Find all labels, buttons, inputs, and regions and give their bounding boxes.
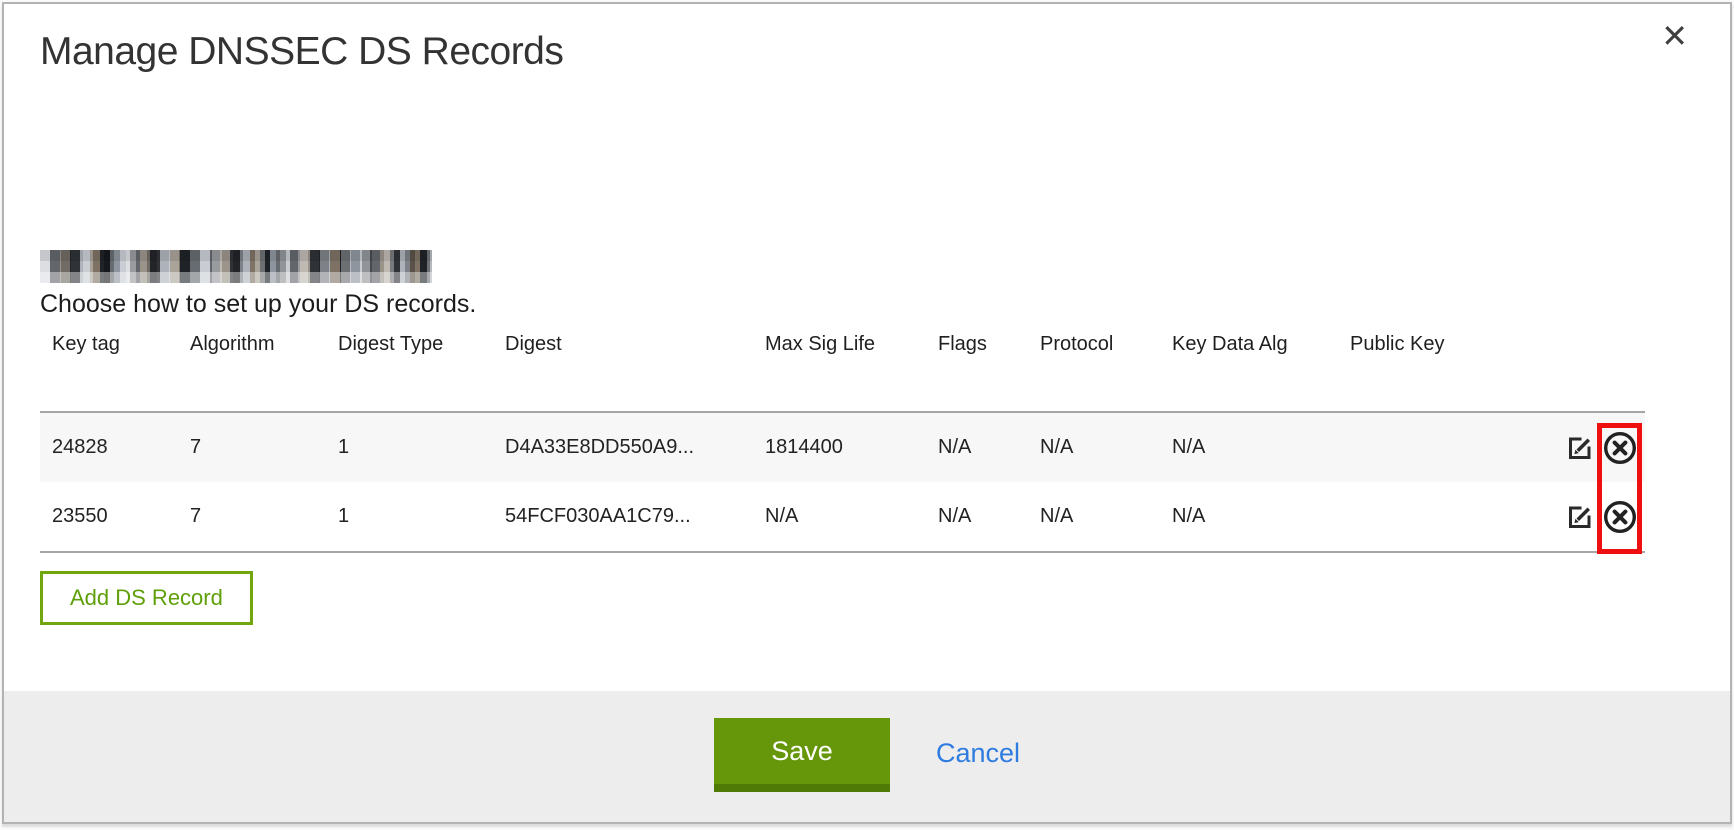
cell-key-tag: 24828 (40, 412, 178, 482)
cell-public-key (1338, 482, 1490, 552)
cancel-link[interactable]: Cancel (936, 738, 1020, 769)
column-header-algorithm: Algorithm (178, 333, 326, 412)
cell-actions (1490, 482, 1645, 552)
cell-public-key (1338, 412, 1490, 482)
cell-max-sig-life: 1814400 (753, 412, 926, 482)
column-header-key-tag: Key tag (40, 333, 178, 412)
column-header-max-sig-life: Max Sig Life (753, 333, 926, 412)
cell-key-tag: 23550 (40, 482, 178, 552)
cell-digest: 54FCF030AA1C79... (493, 482, 753, 552)
cell-digest: D4A33E8DD550A9... (493, 412, 753, 482)
ds-record-row: 24828 7 1 D4A33E8DD550A9... 1814400 N/A … (40, 412, 1645, 482)
ds-records-table: Key tag Algorithm Digest Type Digest Max… (40, 333, 1645, 553)
column-header-flags: Flags (926, 333, 1028, 412)
table-header-row: Key tag Algorithm Digest Type Digest Max… (40, 333, 1645, 412)
edit-record-icon[interactable] (1566, 434, 1594, 462)
close-icon[interactable]: ✕ (1661, 20, 1688, 52)
instruction-text: Choose how to set up your DS records. (40, 290, 476, 319)
column-header-public-key: Public Key (1338, 333, 1490, 412)
cell-max-sig-life: N/A (753, 482, 926, 552)
ds-record-row: 23550 7 1 54FCF030AA1C79... N/A N/A N/A … (40, 482, 1645, 552)
add-ds-record-button[interactable]: Add DS Record (40, 571, 253, 625)
cell-flags: N/A (926, 482, 1028, 552)
dialog-footer: Save Cancel (4, 691, 1730, 822)
column-header-digest: Digest (493, 333, 753, 412)
cell-protocol: N/A (1028, 482, 1160, 552)
column-header-protocol: Protocol (1028, 333, 1160, 412)
page-title: Manage DNSSEC DS Records (40, 30, 563, 74)
cell-protocol: N/A (1028, 412, 1160, 482)
manage-dnssec-dialog: Manage DNSSEC DS Records ✕ Choose how to… (2, 2, 1732, 824)
cell-actions (1490, 412, 1645, 482)
column-header-digest-type: Digest Type (326, 333, 493, 412)
edit-record-icon[interactable] (1566, 503, 1594, 531)
cell-digest-type: 1 (326, 412, 493, 482)
redacted-domain-name (40, 250, 432, 283)
cell-algorithm: 7 (178, 412, 326, 482)
column-header-key-data-alg: Key Data Alg (1160, 333, 1338, 412)
cell-key-data-alg: N/A (1160, 482, 1338, 552)
delete-record-icon[interactable] (1602, 499, 1638, 535)
cell-key-data-alg: N/A (1160, 412, 1338, 482)
column-header-actions (1490, 333, 1645, 412)
save-button[interactable]: Save (714, 718, 890, 792)
delete-record-icon[interactable] (1602, 430, 1638, 466)
cell-flags: N/A (926, 412, 1028, 482)
cell-algorithm: 7 (178, 482, 326, 552)
cell-digest-type: 1 (326, 482, 493, 552)
ds-records-table-zone: Key tag Algorithm Digest Type Digest Max… (40, 333, 1645, 553)
